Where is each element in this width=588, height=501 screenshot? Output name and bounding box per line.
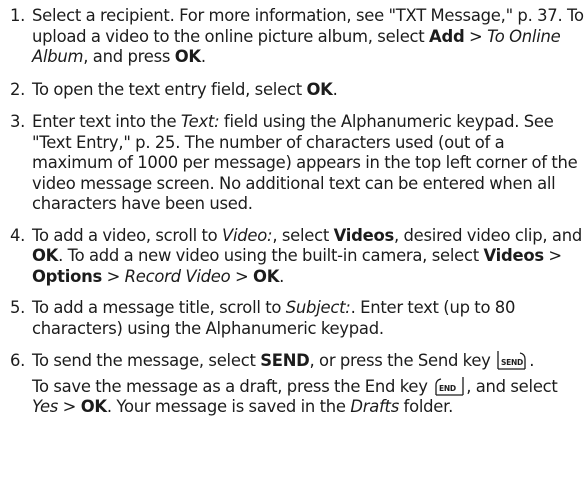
- instruction-steps: 1. Select a recipient. For more informati…: [0, 0, 588, 418]
- text-run: >: [230, 266, 254, 286]
- key-icon-label: SEND: [501, 358, 523, 367]
- end-key-icon: END: [435, 376, 464, 396]
- step-item: 1. Select a recipient. For more informati…: [0, 6, 588, 68]
- step-text: Enter text into the Text: field using th…: [32, 112, 588, 215]
- text-run: , desired video clip, and: [394, 225, 582, 245]
- text-run: .: [529, 351, 535, 370]
- step-number: 3.: [10, 112, 26, 131]
- step-item: 5. To add a message title, scroll to Subj…: [0, 298, 588, 339]
- text-run: >: [102, 266, 125, 286]
- italic-term: Text:: [180, 112, 220, 131]
- send-key-icon: SEND: [497, 351, 526, 370]
- step-item: 3. Enter text into the Text: field using …: [0, 112, 588, 215]
- italic-term: Drafts: [350, 397, 399, 416]
- bold-term: SEND: [260, 351, 310, 370]
- text-run: To save the message as a draft, press th…: [32, 376, 433, 396]
- text-run: . Your message is saved in the: [106, 397, 351, 416]
- key-icon-label: END: [439, 384, 456, 393]
- bold-term: Options: [32, 266, 103, 286]
- step-number: 6.: [10, 351, 26, 370]
- text-run: To add a video, scroll to: [32, 225, 223, 245]
- text-run: >: [58, 397, 81, 416]
- text-run: , or press the Send key: [309, 351, 496, 370]
- step-number: 2.: [10, 79, 26, 99]
- bold-term: Add: [429, 26, 465, 46]
- step-text: To add a message title, scroll to Subjec…: [32, 298, 588, 339]
- step-text: Select a recipient. For more information…: [32, 6, 588, 68]
- italic-term: Record Video: [124, 266, 231, 286]
- text-run: . To add a new video using the built-in …: [58, 246, 484, 265]
- step-number: 1.: [10, 6, 26, 25]
- text-run: To open the text entry field, select: [32, 79, 307, 99]
- text-run: .: [200, 47, 206, 66]
- text-run: >: [543, 246, 562, 265]
- bold-term: Videos: [483, 246, 544, 265]
- step-text: To open the text entry field, select OK.: [32, 80, 588, 101]
- text-run: .: [332, 79, 338, 99]
- text-run: , and press: [83, 47, 175, 66]
- step-note: To save the message as a draft, press th…: [32, 376, 588, 418]
- bold-term: OK: [306, 79, 333, 99]
- text-run: .: [279, 266, 285, 286]
- text-run: , and select: [466, 376, 558, 396]
- bold-term: OK: [80, 397, 107, 416]
- bold-term: OK: [253, 266, 280, 286]
- text-run: To add a message title, scroll to: [32, 298, 286, 317]
- italic-term: Video:: [222, 225, 273, 245]
- text-run: >: [464, 26, 488, 46]
- italic-term: Yes: [32, 397, 59, 416]
- italic-term: Subject:: [285, 298, 351, 317]
- step-number: 4.: [10, 225, 26, 245]
- text-run: , select: [272, 225, 334, 245]
- step-item: 6. To send the message, select SEND, or p…: [0, 350, 588, 418]
- bold-term: Videos: [333, 225, 395, 245]
- text-run: To send the message, select: [32, 351, 261, 370]
- step-item: 4. To add a video, scroll to Video:, sele…: [0, 226, 588, 288]
- bold-term: OK: [174, 47, 201, 66]
- bold-term: OK: [32, 246, 59, 265]
- text-run: folder.: [398, 397, 454, 416]
- text-run: Enter text into the: [32, 112, 181, 131]
- step-text: To add a video, scroll to Video:, select…: [32, 226, 588, 288]
- step-text: To send the message, select SEND, or pre…: [32, 350, 588, 372]
- step-number: 5.: [10, 298, 26, 317]
- step-item: 2. To open the text entry field, select O…: [0, 80, 588, 101]
